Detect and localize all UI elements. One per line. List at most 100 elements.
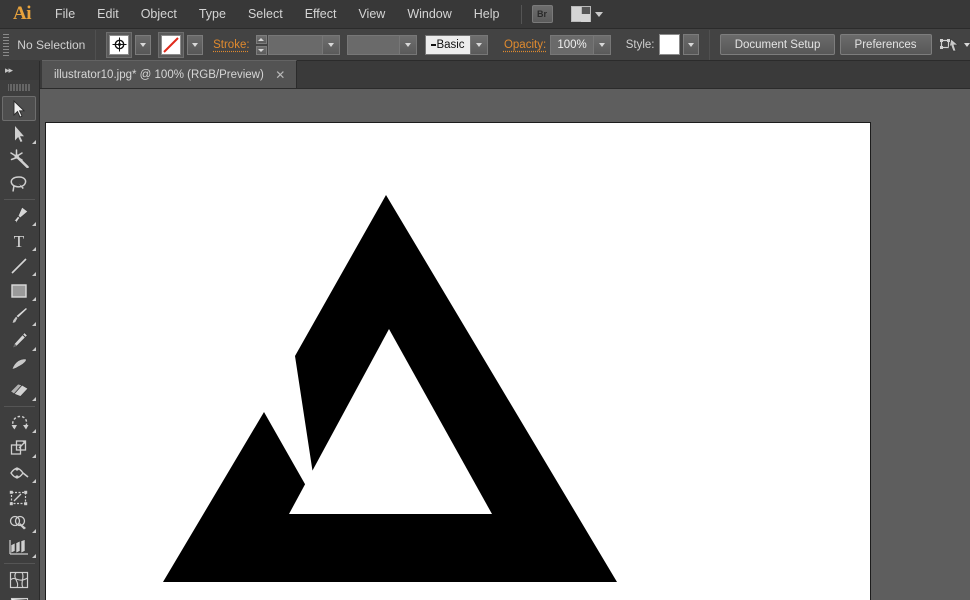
menu-item-effect[interactable]: Effect	[294, 0, 348, 29]
registration-mark-icon	[112, 37, 127, 52]
stroke-weight-control[interactable]	[255, 34, 340, 55]
registration-fill-icon	[109, 34, 130, 55]
opacity-combo[interactable]: 100%	[550, 34, 611, 55]
artboard[interactable]	[45, 122, 871, 600]
graphic-style-dropdown-button[interactable]	[682, 34, 699, 55]
stroke-swatch[interactable]	[158, 31, 185, 58]
rotate-icon	[11, 415, 28, 429]
shape-builder-icon	[9, 515, 26, 530]
tool-line-segment[interactable]	[0, 253, 38, 278]
opacity-label[interactable]: Opacity:	[504, 39, 546, 51]
fill-dropdown-button[interactable]	[135, 34, 152, 55]
tool-scale[interactable]	[0, 435, 38, 460]
width-profile-dropdown-button[interactable]	[399, 35, 417, 54]
tool-perspective-grid[interactable]	[0, 535, 38, 560]
chevron-down-icon	[594, 11, 603, 17]
chevron-down-icon	[475, 42, 482, 47]
tool-blob-brush[interactable]	[0, 353, 38, 378]
menu-bar: Ai File Edit Object Type Select Effect V…	[0, 0, 970, 29]
chevron-down-icon	[598, 42, 605, 47]
tool-flyout-indicator	[32, 454, 36, 458]
graphic-style-control[interactable]	[658, 34, 699, 55]
opacity-value: 100%	[557, 38, 587, 51]
artwork-triangle-logo[interactable]	[46, 123, 872, 600]
tool-flyout-indicator	[32, 297, 36, 301]
tool-gradient[interactable]	[0, 592, 38, 600]
chevron-down-icon	[140, 42, 147, 47]
stroke-weight-combo[interactable]	[267, 34, 340, 55]
tool-mesh[interactable]	[0, 567, 38, 592]
chevron-down-icon	[963, 42, 970, 47]
line-segment-icon	[11, 257, 27, 274]
width-profile-combo[interactable]	[346, 34, 418, 55]
chevron-up-icon	[258, 37, 265, 41]
fill-swatch[interactable]	[106, 31, 133, 58]
arrange-documents-icon	[570, 6, 591, 22]
tool-pen[interactable]	[0, 203, 38, 228]
fill-control[interactable]	[106, 31, 152, 58]
bridge-button[interactable]: Br	[531, 5, 553, 23]
svg-text:T: T	[14, 232, 25, 250]
menu-item-help[interactable]: Help	[463, 0, 511, 29]
menu-item-edit[interactable]: Edit	[86, 0, 130, 29]
opacity-dropdown-button[interactable]	[592, 35, 610, 54]
brush-definition-dropdown-button[interactable]	[469, 35, 487, 54]
close-icon[interactable]: ✕	[274, 68, 287, 81]
stepper-down-button[interactable]	[255, 45, 267, 55]
menu-item-window[interactable]: Window	[396, 0, 462, 29]
tools-panel-collapse-button[interactable]: ▸▸	[0, 61, 39, 80]
stepper-up-button[interactable]	[255, 34, 267, 44]
gradient-icon	[10, 597, 28, 600]
tools-panel-drag-handle[interactable]	[8, 81, 31, 93]
menu-item-type[interactable]: Type	[188, 0, 237, 29]
stroke-weight-stepper[interactable]	[255, 34, 267, 55]
blob-brush-icon	[10, 358, 27, 370]
tool-flyout-indicator	[32, 322, 36, 326]
tool-rotate[interactable]	[0, 410, 38, 435]
tool-magic-wand[interactable]	[0, 146, 38, 171]
canvas-area[interactable]	[40, 89, 970, 600]
tool-free-transform[interactable]	[0, 485, 38, 510]
scale-icon	[10, 439, 26, 455]
tool-group-divider	[4, 199, 35, 200]
tool-flyout-indicator	[32, 397, 36, 401]
tool-flyout-indicator	[32, 554, 36, 558]
chevron-double-right-icon: ▸▸	[5, 65, 13, 75]
tools-panel: ▸▸ T	[0, 61, 40, 600]
document-tab[interactable]: illustrator10.jpg* @ 100% (RGB/Preview) …	[42, 60, 297, 88]
tool-rectangle[interactable]	[0, 278, 38, 303]
tool-selection[interactable]	[2, 96, 36, 121]
chevron-down-icon	[327, 42, 334, 47]
transform-control[interactable]	[939, 36, 970, 54]
stroke-dropdown-button[interactable]	[187, 34, 204, 55]
tool-type[interactable]: T	[0, 228, 38, 253]
tool-paintbrush[interactable]	[0, 303, 38, 328]
stroke-weight-dropdown-button[interactable]	[321, 35, 339, 54]
tool-pencil[interactable]	[0, 328, 38, 353]
stroke-label[interactable]: Stroke:	[213, 39, 249, 51]
direct-selection-arrow-icon	[14, 125, 24, 142]
chevron-down-icon	[405, 42, 412, 47]
style-label: Style:	[625, 38, 655, 51]
chevron-down-icon	[687, 42, 694, 47]
menu-item-object[interactable]: Object	[130, 0, 188, 29]
none-slash-icon	[163, 36, 180, 53]
tool-shape-builder[interactable]	[0, 510, 38, 535]
menu-item-file[interactable]: File	[44, 0, 86, 29]
graphic-style-swatch[interactable]	[658, 34, 680, 55]
menu-item-select[interactable]: Select	[237, 0, 294, 29]
stroke-color-control[interactable]	[158, 31, 204, 58]
tool-lasso[interactable]	[0, 171, 38, 196]
control-bar-grip[interactable]	[3, 33, 10, 56]
preferences-button[interactable]: Preferences	[839, 34, 932, 55]
mesh-icon	[9, 571, 29, 588]
document-setup-button[interactable]: Document Setup	[719, 34, 836, 55]
tool-direct-selection[interactable]	[0, 121, 38, 146]
tool-width[interactable]	[0, 460, 38, 485]
arrange-documents-button[interactable]	[570, 6, 603, 22]
menu-item-view[interactable]: View	[347, 0, 396, 29]
tool-eraser[interactable]	[0, 378, 38, 403]
brush-definition-combo[interactable]: Basic	[425, 34, 488, 55]
free-transform-icon	[9, 490, 28, 505]
tool-flyout-indicator	[32, 429, 36, 433]
